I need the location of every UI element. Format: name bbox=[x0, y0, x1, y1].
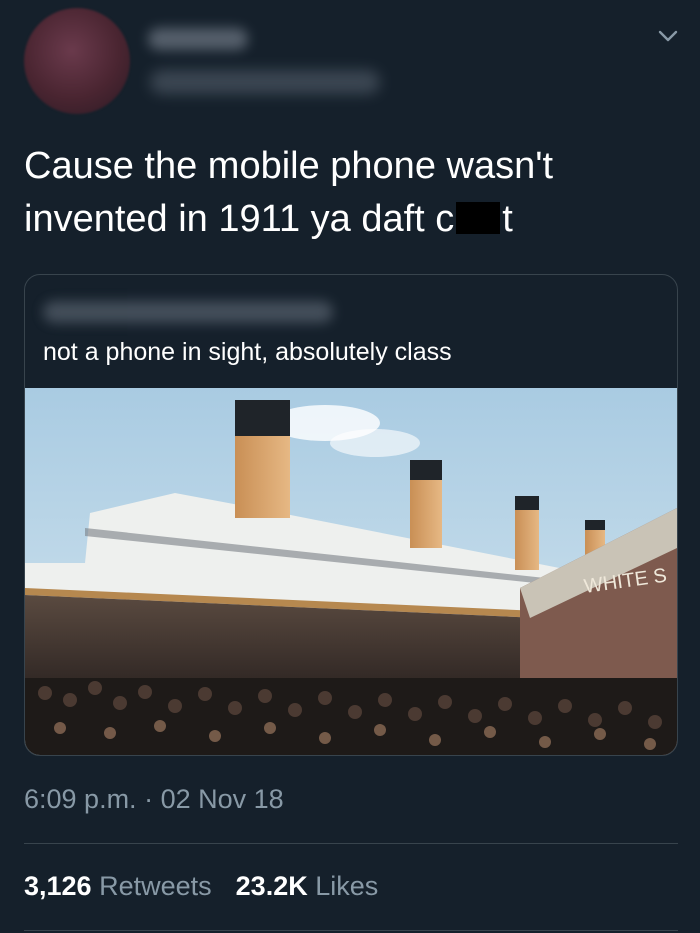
tweet-timestamp[interactable]: 6:09 p.m. · 02 Nov 18 bbox=[24, 784, 284, 815]
likes-count: 23.2K bbox=[235, 871, 308, 901]
tweet-text: Cause the mobile phone wasn't invented i… bbox=[24, 140, 664, 246]
retweets-label: Retweets bbox=[99, 871, 212, 901]
retweets-stat[interactable]: 3,126 Retweets bbox=[24, 871, 212, 901]
blurred-display-name bbox=[148, 28, 248, 50]
tweet-text-line2-start: invented in 1911 ya daft c bbox=[24, 198, 455, 240]
blurred-username bbox=[150, 70, 380, 94]
quoted-tweet-blurred-user bbox=[43, 301, 333, 323]
tweet-date: 02 Nov 18 bbox=[160, 784, 284, 814]
quoted-tweet[interactable]: not a phone in sight, absolutely class W… bbox=[24, 274, 678, 756]
timestamp-separator: · bbox=[144, 784, 154, 814]
redaction-box bbox=[456, 202, 501, 234]
divider bbox=[24, 930, 678, 931]
likes-stat[interactable]: 23.2K Likes bbox=[236, 871, 379, 901]
chevron-down-icon[interactable] bbox=[656, 24, 680, 48]
quoted-tweet-text: not a phone in sight, absolutely class bbox=[43, 338, 452, 366]
tweet-text-line2-end: t bbox=[502, 198, 513, 240]
likes-label: Likes bbox=[315, 871, 379, 901]
tweet-time: 6:09 p.m. bbox=[24, 784, 137, 814]
tweet-header bbox=[0, 0, 700, 120]
quoted-tweet-image[interactable]: WHITE S bbox=[25, 388, 677, 756]
retweets-count: 3,126 bbox=[24, 871, 92, 901]
tweet-text-line1: Cause the mobile phone wasn't bbox=[24, 145, 554, 187]
tweet-stats: 3,126 Retweets 23.2K Likes bbox=[24, 871, 378, 902]
avatar[interactable] bbox=[24, 8, 130, 114]
divider bbox=[24, 843, 678, 844]
